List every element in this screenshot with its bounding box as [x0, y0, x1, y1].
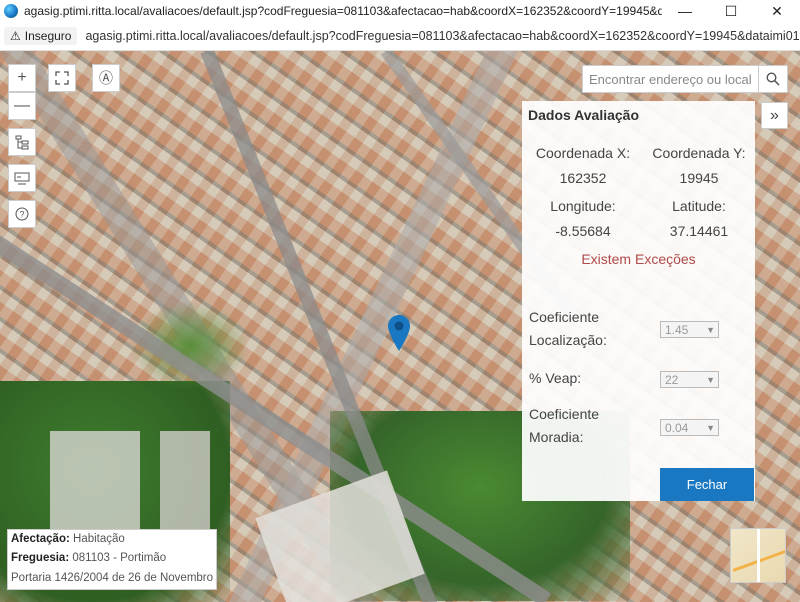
- chevron-double-right-icon: »: [770, 106, 779, 124]
- latitude-label: Latitude:: [672, 198, 726, 214]
- url-field[interactable]: agasig.ptimi.ritta.local/avaliacoes/defa…: [85, 29, 800, 43]
- collapse-panel-button[interactable]: »: [761, 102, 788, 129]
- info-box: Afectação: Habitação Freguesia: 081103 -…: [7, 529, 217, 590]
- freguesia-label: Freguesia:: [11, 552, 70, 564]
- search-button[interactable]: [758, 66, 787, 92]
- minus-icon: —: [14, 97, 30, 114]
- coord-x-label: Coordenada X:: [535, 145, 631, 161]
- coef-localizacao-select[interactable]: 1.45 ▼: [660, 321, 719, 338]
- field-label-line1: Coeficiente: [529, 309, 600, 325]
- security-label: Inseguro: [24, 29, 72, 43]
- compass-icon: Ⓐ: [99, 70, 113, 86]
- close-panel-button[interactable]: Fechar: [660, 468, 754, 501]
- warning-icon: ⚠: [10, 29, 21, 43]
- veap-select[interactable]: 22 ▼: [660, 371, 719, 388]
- freguesia-value: 081103 - Portimão: [72, 552, 167, 564]
- coord-y-value: 19945: [679, 170, 719, 186]
- zoom-out-button[interactable]: —: [8, 92, 36, 120]
- search-icon: [766, 72, 780, 86]
- security-indicator[interactable]: ⚠ Inseguro: [4, 27, 78, 45]
- fullscreen-icon: [55, 71, 69, 85]
- search-input[interactable]: [583, 66, 758, 92]
- address-bar: ⚠ Inseguro agasig.ptimi.ritta.local/aval…: [0, 22, 800, 51]
- window-titlebar: agasig.ptimi.ritta.local/avaliacoes/defa…: [0, 0, 800, 22]
- latitude-value: 37.14461: [669, 223, 729, 239]
- select-value: 0.04: [665, 420, 689, 435]
- field-label-line1: % Veap:: [529, 370, 582, 386]
- north-button[interactable]: Ⓐ: [92, 64, 120, 92]
- fullscreen-button[interactable]: [48, 64, 76, 92]
- coord-x-value: 162352: [559, 170, 607, 186]
- help-icon: ?: [15, 207, 29, 221]
- select-value: 1.45: [665, 322, 689, 337]
- afectacao-value: Habitação: [73, 533, 125, 545]
- chevron-down-icon: ▼: [706, 374, 715, 385]
- coef-moradia-select[interactable]: 0.04 ▼: [660, 419, 719, 436]
- address-search: [582, 65, 788, 93]
- coord-y-label: Coordenada Y:: [652, 145, 746, 161]
- maximize-button[interactable]: ☐: [708, 0, 754, 22]
- help-button[interactable]: ?: [8, 200, 36, 228]
- field-label-line2: Localização:: [529, 332, 607, 348]
- panel-title: Dados Avaliação: [528, 107, 640, 123]
- minimize-button[interactable]: —: [662, 0, 708, 22]
- basemap-button[interactable]: [8, 164, 36, 192]
- browser-icon: [4, 4, 18, 18]
- close-button[interactable]: ✕: [754, 0, 800, 22]
- field-label-line2: Moradia:: [529, 429, 584, 445]
- evaluation-panel: Dados Avaliação Coordenada X: Coordenada…: [522, 101, 755, 501]
- svg-text:?: ?: [19, 210, 24, 220]
- map-pin-icon[interactable]: [387, 314, 411, 352]
- longitude-value: -8.55684: [555, 223, 611, 239]
- longitude-label: Longitude:: [550, 198, 616, 214]
- minimap-road: [757, 529, 760, 582]
- plus-icon: +: [17, 69, 27, 86]
- chevron-down-icon: ▼: [706, 422, 715, 433]
- zoom-in-button[interactable]: +: [8, 64, 36, 92]
- chevron-down-icon: ▼: [706, 324, 715, 335]
- overview-minimap[interactable]: [730, 528, 786, 583]
- field-label-line1: Coeficiente: [529, 406, 600, 422]
- select-value: 22: [665, 372, 679, 387]
- layers-button[interactable]: [8, 128, 36, 156]
- window-title: agasig.ptimi.ritta.local/avaliacoes/defa…: [24, 4, 662, 18]
- portaria-text: Portaria 1426/2004 de 26 de Novembro: [11, 572, 214, 584]
- afectacao-label: Afectação:: [11, 533, 70, 545]
- exceptions-link[interactable]: Existem Exceções: [522, 251, 755, 267]
- layer-tree-icon: [15, 135, 29, 150]
- basemap-icon: [14, 172, 30, 185]
